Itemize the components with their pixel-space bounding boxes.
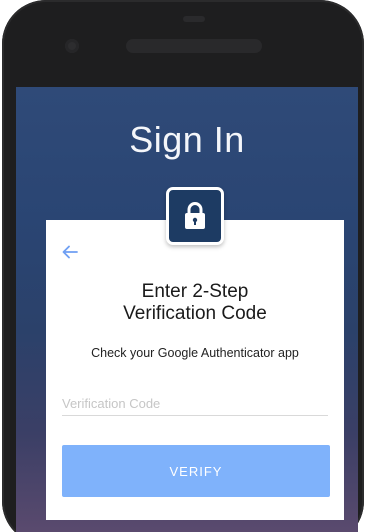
heading-line-1: Enter 2-Step: [141, 281, 249, 302]
app-screen: Sign In Enter 2-Step Verification Code C…: [16, 87, 358, 532]
front-camera: [65, 39, 79, 53]
proximity-sensor: [183, 16, 205, 22]
lock-icon: [185, 202, 205, 229]
card-heading: Enter 2-Step Verification Code: [46, 281, 344, 325]
verification-card: Enter 2-Step Verification Code Check you…: [46, 220, 344, 520]
verification-code-input[interactable]: [62, 392, 328, 416]
phone-frame: Sign In Enter 2-Step Verification Code C…: [2, 0, 364, 532]
earpiece-speaker: [126, 39, 262, 53]
heading-line-2: Verification Code: [123, 303, 267, 324]
back-arrow-icon[interactable]: [60, 242, 80, 262]
authenticator-hint: Check your Google Authenticator app: [91, 346, 299, 360]
lock-badge: [166, 187, 224, 245]
page-title: Sign In: [129, 119, 245, 160]
verify-button[interactable]: VERIFY: [62, 445, 330, 497]
